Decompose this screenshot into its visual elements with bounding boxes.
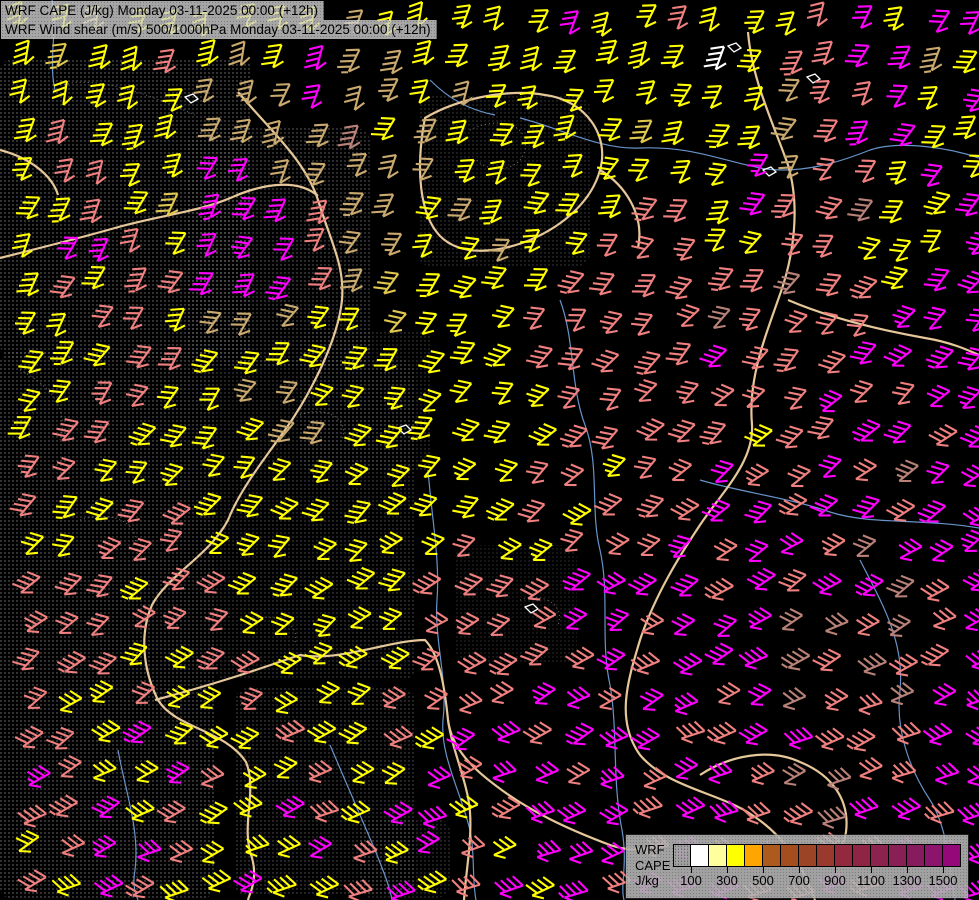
weather-map-page: WRF CAPE (J/kg) Monday 03-11-2025 00:00 … — [0, 0, 979, 900]
legend-label-line2: CAPE — [635, 857, 671, 873]
legend-color-cell — [835, 844, 853, 867]
legend-color-cell — [925, 844, 943, 867]
legend-tick-label: 1100 — [857, 873, 885, 888]
legend-color-cell — [673, 844, 691, 867]
wrf-map-canvas — [0, 0, 979, 900]
legend-color-cell — [943, 844, 961, 867]
map-title-cape: WRF CAPE (J/kg) Monday 03-11-2025 00:00 … — [1, 1, 325, 20]
legend-color-cell — [745, 844, 763, 867]
map-title-windshear: WRF Wind shear (m/s) 500/1000hPa Monday … — [1, 20, 437, 39]
legend-color-cell — [781, 844, 799, 867]
legend-colorbar — [673, 844, 961, 867]
legend-color-cell — [853, 844, 871, 867]
legend-color-cell — [727, 844, 745, 867]
legend-tick-label: 700 — [788, 873, 810, 888]
legend-label: WRF CAPE J/kg — [635, 842, 675, 889]
legend-tick-label: 300 — [716, 873, 738, 888]
legend-label-line1: WRF — [635, 842, 665, 857]
stipple-patch — [358, 818, 450, 898]
legend-tick-label: 100 — [680, 873, 702, 888]
legend-color-cell — [709, 844, 727, 867]
legend-tick-label: 500 — [752, 873, 774, 888]
legend-label-line3: J/kg — [635, 873, 659, 888]
legend-tick-label: 1500 — [928, 873, 958, 888]
stipple-patch — [418, 95, 590, 267]
legend-color-cell — [799, 844, 817, 867]
legend-color-cell — [889, 844, 907, 867]
legend-color-cell — [907, 844, 925, 867]
stipple-patch — [455, 545, 577, 663]
legend-color-cell — [817, 844, 835, 867]
legend-color-cell — [691, 844, 709, 867]
legend-tick-label: 900 — [824, 873, 846, 888]
legend-color-cell — [763, 844, 781, 867]
cape-legend: WRF CAPE J/kg 100 300 500 700 900 1100 1300 150… — [626, 835, 968, 898]
legend-color-cell — [871, 844, 889, 867]
legend-tick-label: 1300 — [892, 873, 922, 888]
